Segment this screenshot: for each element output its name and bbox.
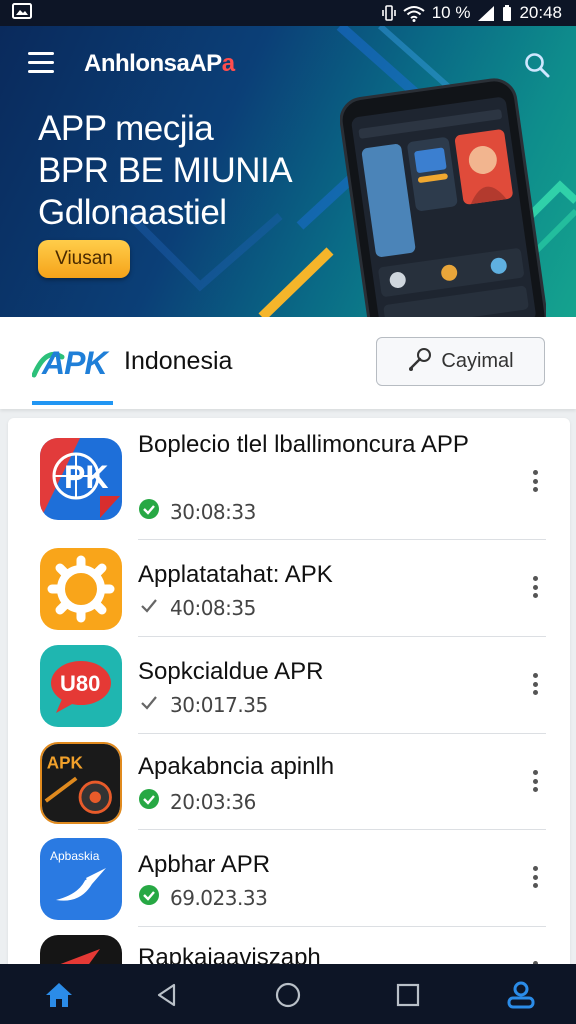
region-title: Indonesia xyxy=(124,347,233,375)
pending-check-icon xyxy=(138,691,160,718)
search-icon[interactable] xyxy=(524,52,550,78)
phone-illustration xyxy=(340,78,546,317)
navigation-bar xyxy=(0,964,576,1024)
active-tab-indicator xyxy=(32,401,113,405)
app-meta: 40:08:35 xyxy=(138,594,256,621)
image-notification-icon xyxy=(12,2,32,24)
app-name: Boplecio tlel lballimoncura APP xyxy=(138,431,469,458)
more-options-icon[interactable] xyxy=(526,862,544,892)
hero-line-3: Gdlonaastiel xyxy=(38,193,227,232)
app-bar: APK Indonesia Cayimal xyxy=(0,317,576,409)
pending-check-icon xyxy=(138,594,160,621)
hero-line-2: BPR BE MIUNIA xyxy=(38,151,293,190)
list-item[interactable]: Applatatahat: APK 40:08:35 xyxy=(8,540,570,637)
account-icon[interactable] xyxy=(504,978,538,1012)
chat-bubble-icon: U80 xyxy=(40,645,122,727)
recents-icon[interactable] xyxy=(391,978,425,1012)
app-name: Sopkcialdue APR xyxy=(138,658,324,685)
home-icon[interactable] xyxy=(42,978,76,1012)
pk-globe-icon: PK xyxy=(40,438,122,520)
verified-check-icon xyxy=(138,788,160,815)
hero-line-1: APP mecjia xyxy=(38,109,214,148)
app-timestamp: 20:03:36 xyxy=(170,789,256,814)
battery-icon xyxy=(502,4,512,22)
wifi-icon xyxy=(403,5,425,22)
hero-title: APP mecjia BPR BE MIUNIA Gdlonaastiel xyxy=(38,108,293,234)
svg-text:Apbaskia: Apbaskia xyxy=(50,849,100,863)
hamburger-menu-icon[interactable] xyxy=(28,52,58,76)
battery-label: 10 % xyxy=(431,3,471,22)
game-icon: APK xyxy=(40,742,122,824)
clock: 20:48 xyxy=(519,3,562,22)
hero-banner[interactable]: AnhlonsaAPa APP mecjia BPR BE MIUNIA Gdl… xyxy=(0,26,576,317)
svg-text:APK: APK xyxy=(47,754,84,773)
app-list: PK Boplecio tlel lballimoncura APP 30:08… xyxy=(8,418,570,978)
brand-accent: a xyxy=(221,50,235,77)
brand-logo[interactable]: AnhlonsaAPa xyxy=(84,50,235,78)
more-options-icon[interactable] xyxy=(526,669,544,699)
apk-logo-label: APK xyxy=(42,345,108,381)
status-left xyxy=(12,2,32,24)
list-item[interactable]: APK Apakabncia apinlh 20:03:36 xyxy=(8,734,570,830)
list-item[interactable]: Apbaskia Apbhar APR 69.023.33 xyxy=(8,830,570,927)
more-options-icon[interactable] xyxy=(526,466,544,496)
app-name: Apbhar APR xyxy=(138,851,271,878)
signal-icon xyxy=(477,5,495,22)
brand-main: AnhlonsaAP xyxy=(84,50,222,77)
verified-check-icon xyxy=(138,884,160,911)
download-label: Cayimal xyxy=(441,350,514,372)
more-options-icon[interactable] xyxy=(526,766,544,796)
status-right: 10 % 20:48 xyxy=(381,3,562,23)
paper-plane-icon: Apbaskia xyxy=(40,838,122,920)
hero-cta-button[interactable]: Viusan xyxy=(38,240,130,278)
verified-check-icon xyxy=(138,498,160,525)
app-name: Apakabncia apinlh xyxy=(138,753,335,780)
download-button[interactable]: Cayimal xyxy=(376,337,545,386)
list-item[interactable]: U80 Sopkcialdue APR 30:017.35 xyxy=(8,637,570,734)
app-timestamp: 30:08:33 xyxy=(170,499,256,524)
back-icon[interactable] xyxy=(150,978,184,1012)
app-meta: 30:017.35 xyxy=(138,691,268,718)
app-timestamp: 69.023.33 xyxy=(170,885,268,910)
app-timestamp: 30:017.35 xyxy=(170,692,268,717)
app-meta: 20:03:36 xyxy=(138,788,256,815)
list-item[interactable]: PK Boplecio tlel lballimoncura APP 30:08… xyxy=(8,418,570,540)
pin-icon xyxy=(407,345,435,379)
app-timestamp: 40:08:35 xyxy=(170,595,256,620)
gear-icon xyxy=(40,548,122,630)
app-meta: 30:08:33 xyxy=(138,498,256,525)
more-options-icon[interactable] xyxy=(526,572,544,602)
vibrate-icon xyxy=(381,4,396,22)
svg-text:PK: PK xyxy=(64,459,108,495)
app-meta: 69.023.33 xyxy=(138,884,268,911)
app-name: Applatatahat: APK xyxy=(138,561,333,588)
home-circle-icon[interactable] xyxy=(271,978,305,1012)
svg-text:U80: U80 xyxy=(60,671,100,696)
status-bar: 10 % 20:48 xyxy=(0,0,576,26)
